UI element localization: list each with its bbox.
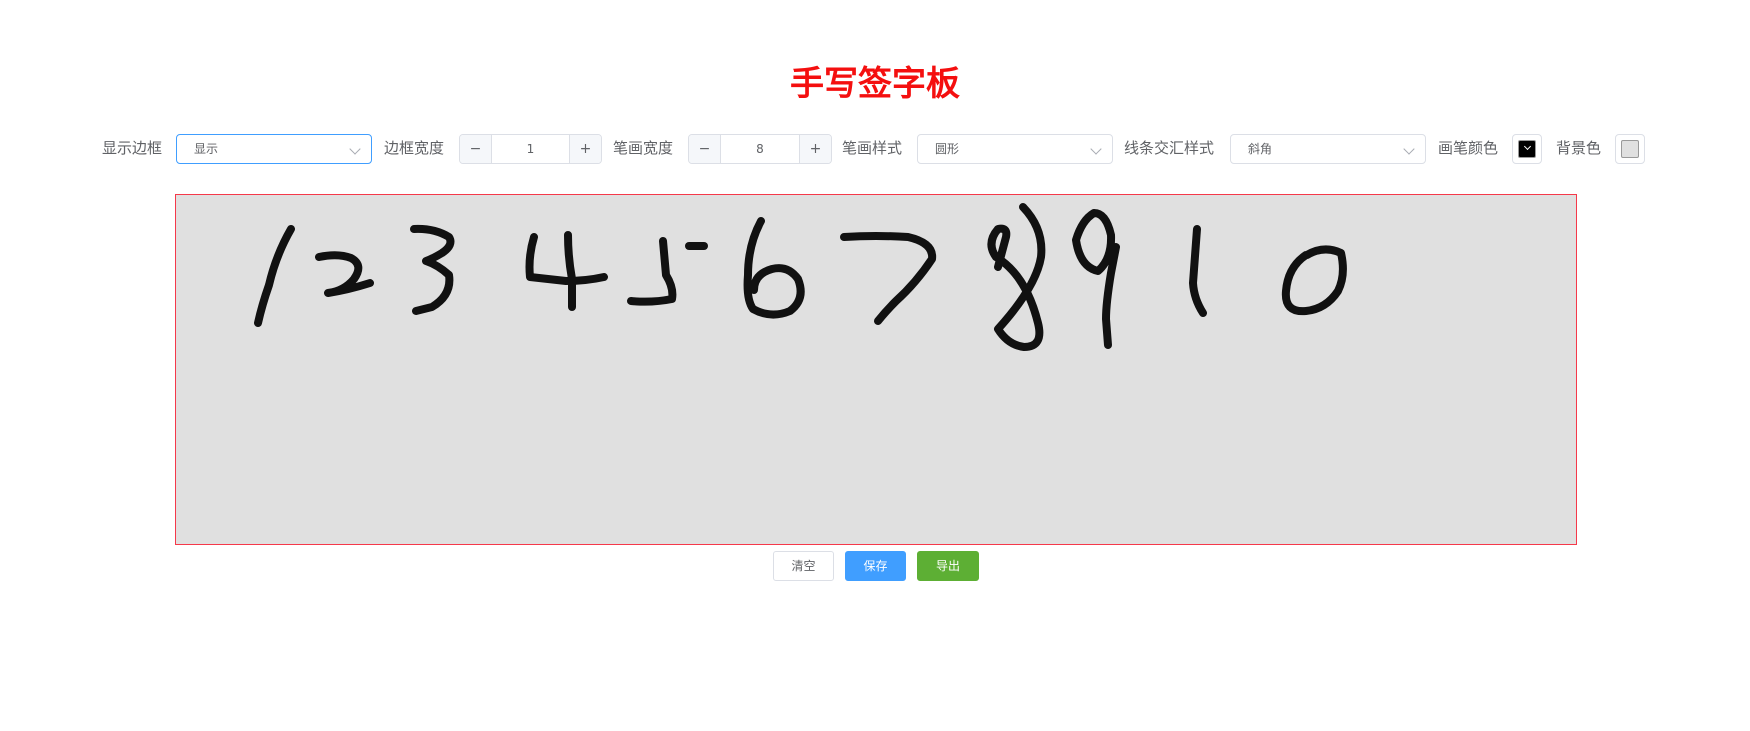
signature-canvas[interactable] [175, 194, 1577, 545]
stroke-digit-5a [627, 237, 677, 306]
border-width-increase-button[interactable]: + [569, 135, 601, 163]
stroke-digit-0 [1281, 245, 1347, 316]
save-button[interactable]: 保存 [845, 551, 906, 581]
border-width-decrease-button[interactable]: − [460, 135, 492, 163]
bg-color-swatch [1621, 140, 1639, 158]
line-join-label: 线条交汇样式 [1124, 139, 1215, 157]
stroke-style-label: 笔画样式 [842, 139, 903, 157]
show-border-select[interactable]: 显示 [176, 134, 372, 164]
stroke-digit-1 [254, 225, 295, 327]
bg-color-label: 背景色 [1556, 139, 1602, 157]
chevron-down-icon [349, 143, 361, 155]
border-width-input[interactable]: 1 [492, 135, 569, 163]
stroke-style-value: 圆形 [935, 142, 960, 156]
stroke-width-decrease-button[interactable]: − [689, 135, 721, 163]
export-button[interactable]: 导出 [917, 551, 979, 581]
stroke-width-label: 笔画宽度 [613, 139, 674, 157]
stroke-style-select[interactable]: 圆形 [917, 134, 1113, 164]
handwriting-strokes [254, 203, 1347, 351]
stroke-digit-1b [1189, 225, 1207, 317]
stroke-digit-8 [987, 203, 1046, 351]
stroke-digit-3 [410, 224, 455, 315]
stroke-digit-6 [743, 217, 805, 319]
stroke-width-input[interactable]: 8 [721, 135, 799, 163]
stroke-digit-4b [564, 231, 576, 311]
border-width-label: 边框宽度 [384, 139, 445, 157]
pen-color-label: 画笔颜色 [1438, 139, 1499, 157]
line-join-select[interactable]: 斜角 [1230, 134, 1426, 164]
chevron-down-icon [1090, 143, 1102, 155]
stroke-digit-2 [315, 251, 374, 297]
stroke-digit-9 [1072, 209, 1120, 349]
clear-button[interactable]: 清空 [773, 551, 834, 581]
bg-color-picker[interactable] [1615, 134, 1645, 164]
stroke-digit-7 [840, 232, 937, 325]
border-width-stepper: − 1 + [459, 134, 602, 164]
chevron-down-icon [1523, 142, 1532, 151]
page-title: 手写签字板 [790, 64, 960, 104]
line-join-value: 斜角 [1248, 142, 1273, 156]
pen-color-picker[interactable] [1512, 134, 1542, 164]
show-border-label: 显示边框 [102, 139, 163, 157]
stroke-width-stepper: − 8 + [688, 134, 832, 164]
show-border-value: 显示 [194, 142, 219, 156]
pen-color-swatch [1518, 140, 1536, 158]
chevron-down-icon [1403, 143, 1415, 155]
stroke-width-increase-button[interactable]: + [799, 135, 831, 163]
